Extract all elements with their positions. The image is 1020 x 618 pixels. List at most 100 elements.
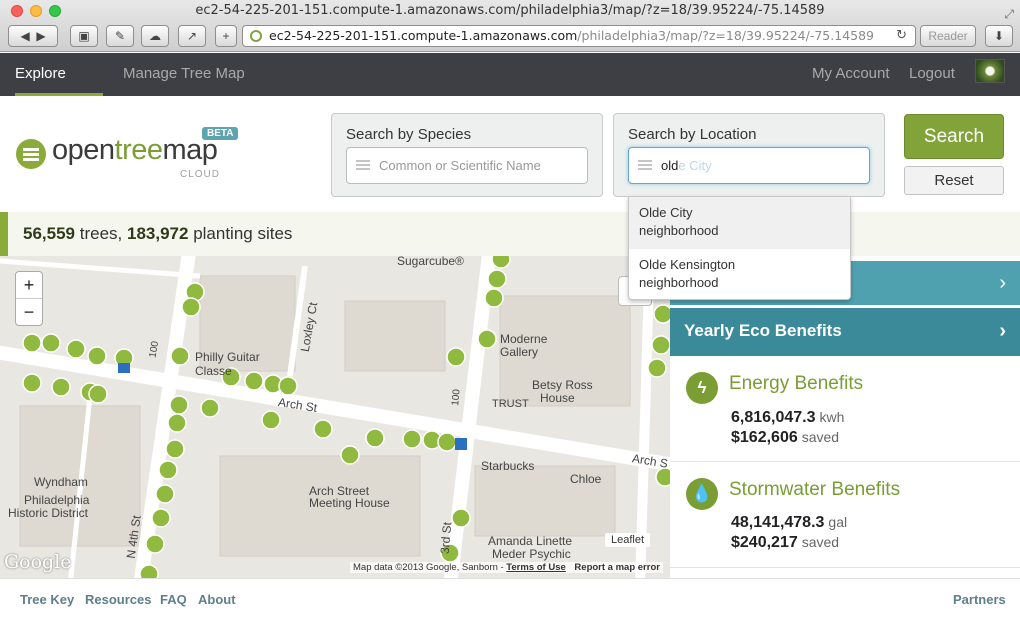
google-logo: Google xyxy=(4,551,72,573)
chevron-right-icon: › xyxy=(999,320,1006,342)
address-bar[interactable]: ec2-54-225-201-151.compute-1.amazonaws.c… xyxy=(242,25,916,47)
stormwater-amount: 48,141,478.3 gal xyxy=(731,514,848,531)
autocomplete-type: neighborhood xyxy=(639,275,719,290)
planting-site-label: planting sites xyxy=(193,224,293,243)
url-host: ec2-54-225-201-151.compute-1.amazonaws.c… xyxy=(269,28,578,43)
tree-count-label: trees, xyxy=(79,224,123,243)
autocomplete-name: Olde City xyxy=(639,205,693,220)
back-forward-buttons[interactable]: ◀ ▶ xyxy=(8,25,58,47)
energy-benefits: ϟ Energy Benefits 6,816,047.3 kwh $162,60… xyxy=(670,360,1020,462)
zoom-window-icon[interactable] xyxy=(49,5,61,17)
eco-benefits-title: Yearly Eco Benefits xyxy=(684,321,842,340)
search-header: opentreemap BETA CLOUD Search by Species… xyxy=(0,96,1020,212)
location-search-panel: Search by Location olde City xyxy=(613,113,885,197)
list-icon xyxy=(356,160,370,162)
reload-icon[interactable]: ↻ xyxy=(896,26,907,46)
window-title: ec2-54-225-201-151.compute-1.amazonaws.c… xyxy=(0,0,1020,22)
search-button[interactable]: Search xyxy=(904,114,1004,159)
cloud-icon[interactable]: ☁ xyxy=(141,25,169,47)
terms-of-use-link[interactable]: Terms of Use xyxy=(506,562,565,573)
species-search-label: Search by Species xyxy=(346,126,472,143)
nav-manage-tree-map[interactable]: Manage Tree Map xyxy=(123,53,245,96)
zoom-control: + − xyxy=(15,271,43,326)
energy-amount: 6,816,047.3 kwh xyxy=(731,409,845,426)
species-search-panel: Search by Species Common or Scientific N… xyxy=(331,113,603,197)
logo-wordmark: opentreemap xyxy=(52,134,218,166)
location-search-label: Search by Location xyxy=(628,126,757,143)
report-map-error-link[interactable]: Report a map error xyxy=(574,562,660,573)
chevron-right-icon: › xyxy=(999,272,1006,294)
species-search-input[interactable]: Common or Scientific Name xyxy=(346,147,588,184)
eco-benefits-header[interactable]: Yearly Eco Benefits › xyxy=(670,308,1020,356)
tree-count: 56,559 xyxy=(23,224,75,243)
zoom-out-button[interactable]: − xyxy=(16,299,42,326)
reset-button[interactable]: Reset xyxy=(904,166,1004,195)
autocomplete-type: neighborhood xyxy=(639,223,719,238)
map-label: Historic District xyxy=(8,506,88,520)
url-path: /philadelphia3/map/?z=18/39.95224/-75.14… xyxy=(577,28,875,43)
footer-faq[interactable]: FAQ xyxy=(160,592,187,607)
window-title-text: ec2-54-225-201-151.compute-1.amazonaws.c… xyxy=(195,3,825,18)
map-label: Betsy Ross xyxy=(532,378,593,392)
map-label: Moderne xyxy=(500,332,548,346)
location-autocomplete: Olde City neighborhood Olde Kensington n… xyxy=(628,196,851,300)
footer-partners[interactable]: Partners xyxy=(953,592,1006,607)
street-label: 3rd St xyxy=(437,521,455,555)
map-label: Starbucks xyxy=(481,459,535,473)
minimize-window-icon[interactable] xyxy=(30,5,42,17)
stormwater-saved: $240,217 saved xyxy=(731,534,840,551)
map-label: Gallery xyxy=(500,345,539,359)
footer-tree-key[interactable]: Tree Key xyxy=(20,592,74,607)
footer-about[interactable]: About xyxy=(198,592,236,607)
planting-site-count: 183,972 xyxy=(127,224,189,243)
map-label: Meder Psychic xyxy=(492,547,571,561)
avatar[interactable] xyxy=(975,59,1005,83)
map-label: TRUST xyxy=(492,398,529,410)
map-label: 100 xyxy=(450,388,463,407)
zoom-in-button[interactable]: + xyxy=(16,272,42,299)
stormwater-title: Stormwater Benefits xyxy=(729,479,901,500)
energy-title: Energy Benefits xyxy=(729,373,864,394)
map-label: House xyxy=(540,391,575,405)
stormwater-benefits: 💧 Stormwater Benefits 48,141,478.3 gal $2… xyxy=(670,466,1020,568)
map-label: Wyndham xyxy=(34,475,88,489)
browser-toolbar: ◀ ▶ ▣ ✎ ☁ ↗ + ec2-54-225-201-151.compute… xyxy=(0,22,1020,52)
downloads-icon[interactable]: ⬇ xyxy=(985,25,1013,47)
map-label: Classe xyxy=(195,364,232,378)
reader-button[interactable]: Reader xyxy=(920,25,976,47)
map-label: Meeting House xyxy=(309,496,390,510)
map-label: Philly Guitar xyxy=(195,350,260,364)
sidebar-toggle-icon[interactable]: ▣ xyxy=(70,25,98,47)
browser-chrome: ec2-54-225-201-151.compute-1.amazonaws.c… xyxy=(0,0,1020,52)
tree-count-bar: 56,559 trees, 183,972 planting sites xyxy=(0,212,1020,256)
footer-resources[interactable]: Resources xyxy=(85,592,151,607)
list-icon xyxy=(638,160,652,162)
favicon-icon xyxy=(250,30,262,42)
energy-saved: $162,606 saved xyxy=(731,429,840,446)
share-icon[interactable]: ↗ xyxy=(178,25,206,47)
eco-sidebar: › Yearly Eco Benefits › ϟ Energy Benefit… xyxy=(670,256,1020,578)
new-tab-icon[interactable]: + xyxy=(215,25,237,47)
autocomplete-item[interactable]: Olde Kensington neighborhood xyxy=(629,249,850,301)
nav-my-account[interactable]: My Account xyxy=(812,53,890,96)
autocomplete-item[interactable]: Olde City neighborhood xyxy=(629,197,850,249)
leaflet-attribution-link[interactable]: Leaflet xyxy=(605,533,651,547)
app-nav: Explore Trees Manage Tree Map My Account… xyxy=(0,53,1020,124)
autocomplete-name: Olde Kensington xyxy=(639,257,736,272)
logo-cloud-text: CLOUD xyxy=(180,169,221,180)
map-canvas xyxy=(0,256,670,578)
close-window-icon[interactable] xyxy=(11,5,23,17)
map-label: Sugarcube® xyxy=(397,256,464,268)
map-attribution: Map data ©2013 Google, Sanborn - Terms o… xyxy=(350,562,663,573)
location-autofill-hint: e City xyxy=(678,158,712,173)
species-placeholder: Common or Scientific Name xyxy=(379,158,541,173)
pen-icon[interactable]: ✎ xyxy=(106,25,134,47)
map-label: Amanda Linette xyxy=(488,534,573,548)
water-drop-icon: 💧 xyxy=(686,478,718,510)
nav-explore-trees[interactable]: Explore Trees xyxy=(15,53,103,124)
map-label: Chloe xyxy=(570,472,602,486)
map[interactable]: + − Sugarcube® Moderne Gallery Philly Gu… xyxy=(0,256,670,578)
nav-logout[interactable]: Logout xyxy=(909,53,955,96)
lightning-icon: ϟ xyxy=(686,372,718,404)
location-search-input[interactable]: olde City xyxy=(628,147,870,184)
